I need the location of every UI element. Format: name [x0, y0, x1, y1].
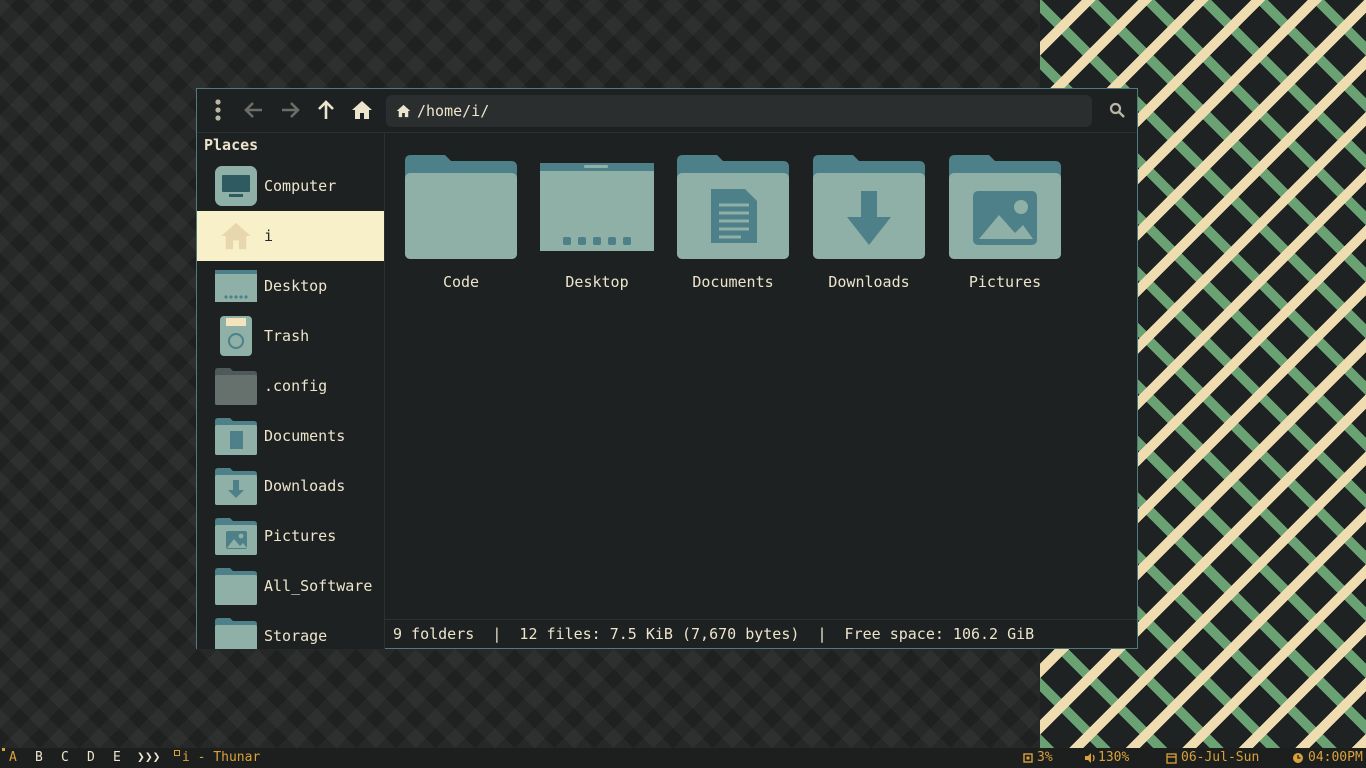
pictures-folder-icon — [213, 513, 259, 559]
documents-folder-icon — [677, 155, 789, 259]
trash-icon — [213, 313, 259, 359]
downloads-folder-icon — [813, 155, 925, 259]
sidebar-item-downloads[interactable]: Downloads — [197, 461, 384, 511]
cpu-widget: 3% — [1022, 750, 1053, 765]
file-view: Code Desktop Documents Downloads Picture… — [385, 133, 1137, 621]
clock-icon — [1293, 752, 1303, 763]
home-icon — [352, 101, 372, 119]
computer-icon — [213, 163, 259, 209]
home-button[interactable] — [347, 95, 377, 125]
sidebar-item-desktop[interactable]: Desktop — [197, 261, 384, 311]
documents-folder-icon — [213, 413, 259, 459]
folder-icon — [213, 563, 259, 609]
file-item-documents[interactable]: Documents — [673, 153, 793, 291]
sidebar-item-pictures[interactable]: Pictures — [197, 511, 384, 561]
back-button[interactable] — [239, 95, 269, 125]
folder-icon — [213, 613, 259, 649]
active-window-title[interactable]: i - Thunar — [182, 750, 260, 765]
search-icon — [1109, 102, 1125, 118]
layout-separator: ❯❯❯ — [137, 750, 161, 765]
workspace-a[interactable]: A — [9, 750, 17, 765]
file-item-pictures[interactable]: Pictures — [945, 153, 1065, 291]
location-path: /home/i/ — [417, 102, 490, 120]
up-icon — [318, 100, 334, 119]
volume-icon — [1085, 752, 1095, 763]
window-marker — [174, 750, 180, 756]
active-workspace-marker — [2, 748, 5, 751]
folder-icon — [405, 155, 517, 259]
sidebar: Places Computer i Desktop Trash .config … — [197, 133, 385, 649]
location-bar[interactable]: /home/i/ — [386, 95, 1092, 127]
status-bar: 9 folders | 12 files: 7.5 KiB (7,670 byt… — [385, 619, 1137, 648]
search-button[interactable] — [1102, 95, 1132, 125]
sidebar-item-storage[interactable]: Storage — [197, 611, 384, 649]
volume-widget[interactable]: 130% — [1084, 750, 1129, 765]
workspace-c[interactable]: C — [61, 750, 69, 765]
clock-widget: 04:00PM — [1292, 750, 1363, 765]
file-item-code[interactable]: Code — [401, 153, 521, 291]
cpu-icon — [1023, 752, 1033, 763]
forward-button[interactable] — [275, 95, 305, 125]
desktop-icon — [213, 263, 259, 309]
sidebar-item-trash[interactable]: Trash — [197, 311, 384, 361]
home-icon — [213, 213, 259, 259]
places-heading: Places — [204, 136, 259, 154]
sidebar-item-documents[interactable]: Documents — [197, 411, 384, 461]
downloads-folder-icon — [213, 463, 259, 509]
date-widget: 06-Jul-Sun — [1166, 750, 1259, 765]
up-button[interactable] — [311, 95, 341, 125]
home-icon — [396, 104, 411, 118]
thunar-window: /home/i/ Places Computer i Desktop Trash… — [196, 88, 1138, 649]
taskbar: A B C D E ❯❯❯ i - Thunar 3% 130% 06-Jul-… — [0, 748, 1366, 768]
workspace-b[interactable]: B — [35, 750, 43, 765]
file-item-desktop[interactable]: Desktop — [537, 153, 657, 291]
forward-icon — [282, 102, 300, 118]
pictures-folder-icon — [949, 155, 1061, 259]
workspace-e[interactable]: E — [113, 750, 121, 765]
calendar-icon — [1166, 752, 1177, 764]
sidebar-item-all-software[interactable]: All_Software — [197, 561, 384, 611]
workspace-d[interactable]: D — [87, 750, 95, 765]
menu-icon — [215, 99, 221, 121]
file-item-downloads[interactable]: Downloads — [809, 153, 929, 291]
toolbar: /home/i/ — [197, 89, 1137, 133]
sidebar-item-computer[interactable]: Computer — [197, 161, 384, 211]
back-icon — [244, 102, 262, 118]
sidebar-item-config[interactable]: .config — [197, 361, 384, 411]
sidebar-item-home[interactable]: i — [197, 211, 384, 261]
desktop-icon — [540, 163, 654, 251]
menu-button[interactable] — [203, 95, 233, 125]
folder-icon — [213, 363, 259, 409]
